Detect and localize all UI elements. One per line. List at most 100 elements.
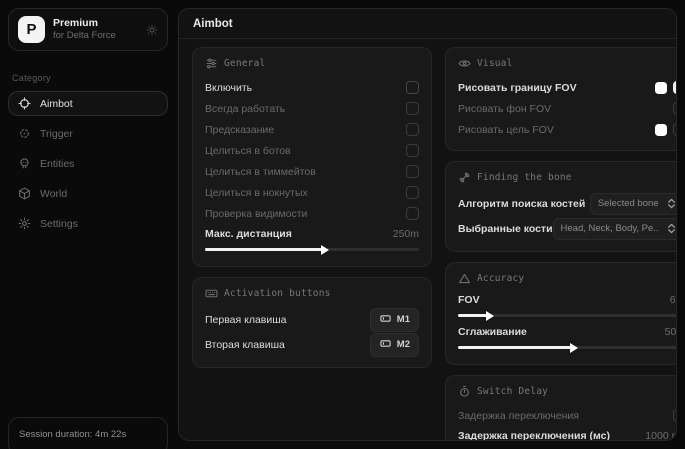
toggle-checkbox[interactable] <box>406 207 419 220</box>
slider-thumb[interactable] <box>486 311 494 321</box>
select-dropdown[interactable]: Head, Neck, Body, Pe.. <box>553 218 676 240</box>
card-general: General Включить Всегда работать Предсказан… <box>192 47 432 267</box>
sliders-icon <box>205 57 218 70</box>
setting-row: Предсказание <box>205 119 419 140</box>
toggle-checkbox[interactable] <box>406 186 419 199</box>
keybind-value: M1 <box>397 314 410 325</box>
sidebar-item-label: Aimbot <box>40 98 73 110</box>
toggle-checkbox[interactable] <box>673 409 676 422</box>
entities-icon <box>18 157 31 170</box>
select-dropdown[interactable]: Selected bone <box>590 193 676 215</box>
setting-row: Проверка видимости <box>205 203 419 224</box>
card-header: Accuracy <box>458 272 676 285</box>
card-switch-delay: Switch DelayЗадержка переключенияЗадержк… <box>445 375 676 440</box>
card-activation-buttons: Activation buttons Первая клавиша M1 Вторая… <box>192 277 432 368</box>
card-title: Visual <box>477 58 513 69</box>
page-title: Aimbot <box>179 9 676 39</box>
setting-label: Рисовать границу FOV <box>458 82 577 94</box>
setting-row: Включить <box>205 77 419 98</box>
toggle-checkbox[interactable] <box>406 144 419 157</box>
eye-icon <box>458 57 471 70</box>
setting-label: FOV <box>458 294 480 306</box>
toggle-checkbox[interactable] <box>406 81 419 94</box>
triangle-icon <box>458 272 471 285</box>
card-accuracy: Accuracy FOV 60° Сглаживание50% <box>445 262 676 365</box>
setting-label: Целиться в тиммейтов <box>205 166 316 178</box>
keybind-badge[interactable]: M2 <box>370 333 419 357</box>
setting-row: Рисовать цель FOV <box>458 119 676 140</box>
slider-track[interactable] <box>458 309 676 322</box>
bone-icon <box>458 171 471 184</box>
card-title: Finding the bone <box>477 172 572 183</box>
card-finding-the-bone: Finding the bone Алгоритм поиска костейSe… <box>445 161 676 252</box>
color-swatch[interactable] <box>655 124 667 136</box>
setting-row: Рисовать границу FOV <box>458 77 676 98</box>
left-column: General Включить Всегда работать Предсказан… <box>192 47 432 432</box>
card-header: Switch Delay <box>458 385 676 398</box>
toggle-checkbox[interactable] <box>673 81 676 94</box>
toggle-checkbox[interactable] <box>406 165 419 178</box>
gear-icon <box>18 217 31 230</box>
toggle-checkbox[interactable] <box>673 123 676 136</box>
session-duration: Session duration: 4m 22s <box>8 417 168 449</box>
trigger-icon <box>18 127 31 140</box>
setting-label: Макс. дистанция <box>205 228 292 240</box>
unfold-icon <box>665 197 676 210</box>
settings-content: General Включить Всегда работать Предсказан… <box>179 39 676 440</box>
category-label: Category <box>12 73 164 83</box>
setting-row: Целиться в тиммейтов <box>205 161 419 182</box>
toggle-checkbox[interactable] <box>406 102 419 115</box>
mouse-icon <box>379 337 392 353</box>
sidebar-item-aimbot[interactable]: Aimbot <box>8 91 168 116</box>
setting-row: Вторая клавиша M2 <box>205 332 419 357</box>
setting-label: Рисовать фон FOV <box>458 103 551 115</box>
toggle-checkbox[interactable] <box>673 102 676 115</box>
world-icon <box>18 187 31 200</box>
setting-row: Рисовать фон FOV <box>458 98 676 119</box>
setting-label: Вторая клавиша <box>205 339 285 351</box>
main-panel: Aimbot General Включить Всегда работать Пре… <box>178 8 677 441</box>
setting-row: Алгоритм поиска костейSelected bone <box>458 191 676 216</box>
setting-label: Задержка переключения <box>458 410 579 422</box>
setting-label: Рисовать цель FOV <box>458 124 554 136</box>
setting-label: Выбранные кости <box>458 223 553 235</box>
gear-icon[interactable] <box>146 24 158 36</box>
setting-row: Всегда работать <box>205 98 419 119</box>
card-title: General <box>224 58 265 69</box>
setting-row: FOV 60° <box>458 292 676 322</box>
sidebar-item-trigger[interactable]: Trigger <box>8 121 168 146</box>
logo-card: P Premium for Delta Force <box>8 8 168 51</box>
sidebar-nav: Aimbot Trigger Entities World Settings <box>0 91 176 236</box>
card-title: Activation buttons <box>224 288 331 299</box>
select-value: Head, Neck, Body, Pe.. <box>561 223 659 234</box>
slider-value: 60° <box>670 294 676 306</box>
setting-label: Всегда работать <box>205 103 285 115</box>
sidebar-item-settings[interactable]: Settings <box>8 211 168 236</box>
keybind-badge[interactable]: M1 <box>370 308 419 332</box>
keyboard-icon <box>205 287 218 300</box>
toggle-checkbox[interactable] <box>406 123 419 136</box>
select-value: Selected bone <box>598 198 659 209</box>
slider-thumb[interactable] <box>570 343 578 353</box>
slider-thumb[interactable] <box>321 245 329 255</box>
setting-row: Макс. дистанция250m <box>205 226 419 256</box>
color-swatch[interactable] <box>655 82 667 94</box>
card-header: Visual <box>458 57 676 70</box>
slider-track[interactable] <box>458 341 676 354</box>
setting-label: Целиться в ботов <box>205 145 291 157</box>
setting-label: Проверка видимости <box>205 208 307 220</box>
app-logo: P <box>18 16 45 43</box>
setting-label: Первая клавиша <box>205 314 287 326</box>
setting-row: Задержка переключения <box>458 405 676 426</box>
card-header: Activation buttons <box>205 287 419 300</box>
slider-value: 1000 ms <box>645 430 676 440</box>
sidebar-item-entities[interactable]: Entities <box>8 151 168 176</box>
right-column: Visual Рисовать границу FOV Рисовать фон F… <box>445 47 676 432</box>
setting-label: Целиться в нокнутых <box>205 187 308 199</box>
slider-track[interactable] <box>205 243 419 256</box>
setting-row: Сглаживание50% <box>458 324 676 354</box>
app-title: Premium <box>53 17 138 30</box>
sidebar: P Premium for Delta Force Category Aimbo… <box>0 0 176 449</box>
sidebar-item-world[interactable]: World <box>8 181 168 206</box>
sidebar-item-label: Entities <box>40 158 74 170</box>
